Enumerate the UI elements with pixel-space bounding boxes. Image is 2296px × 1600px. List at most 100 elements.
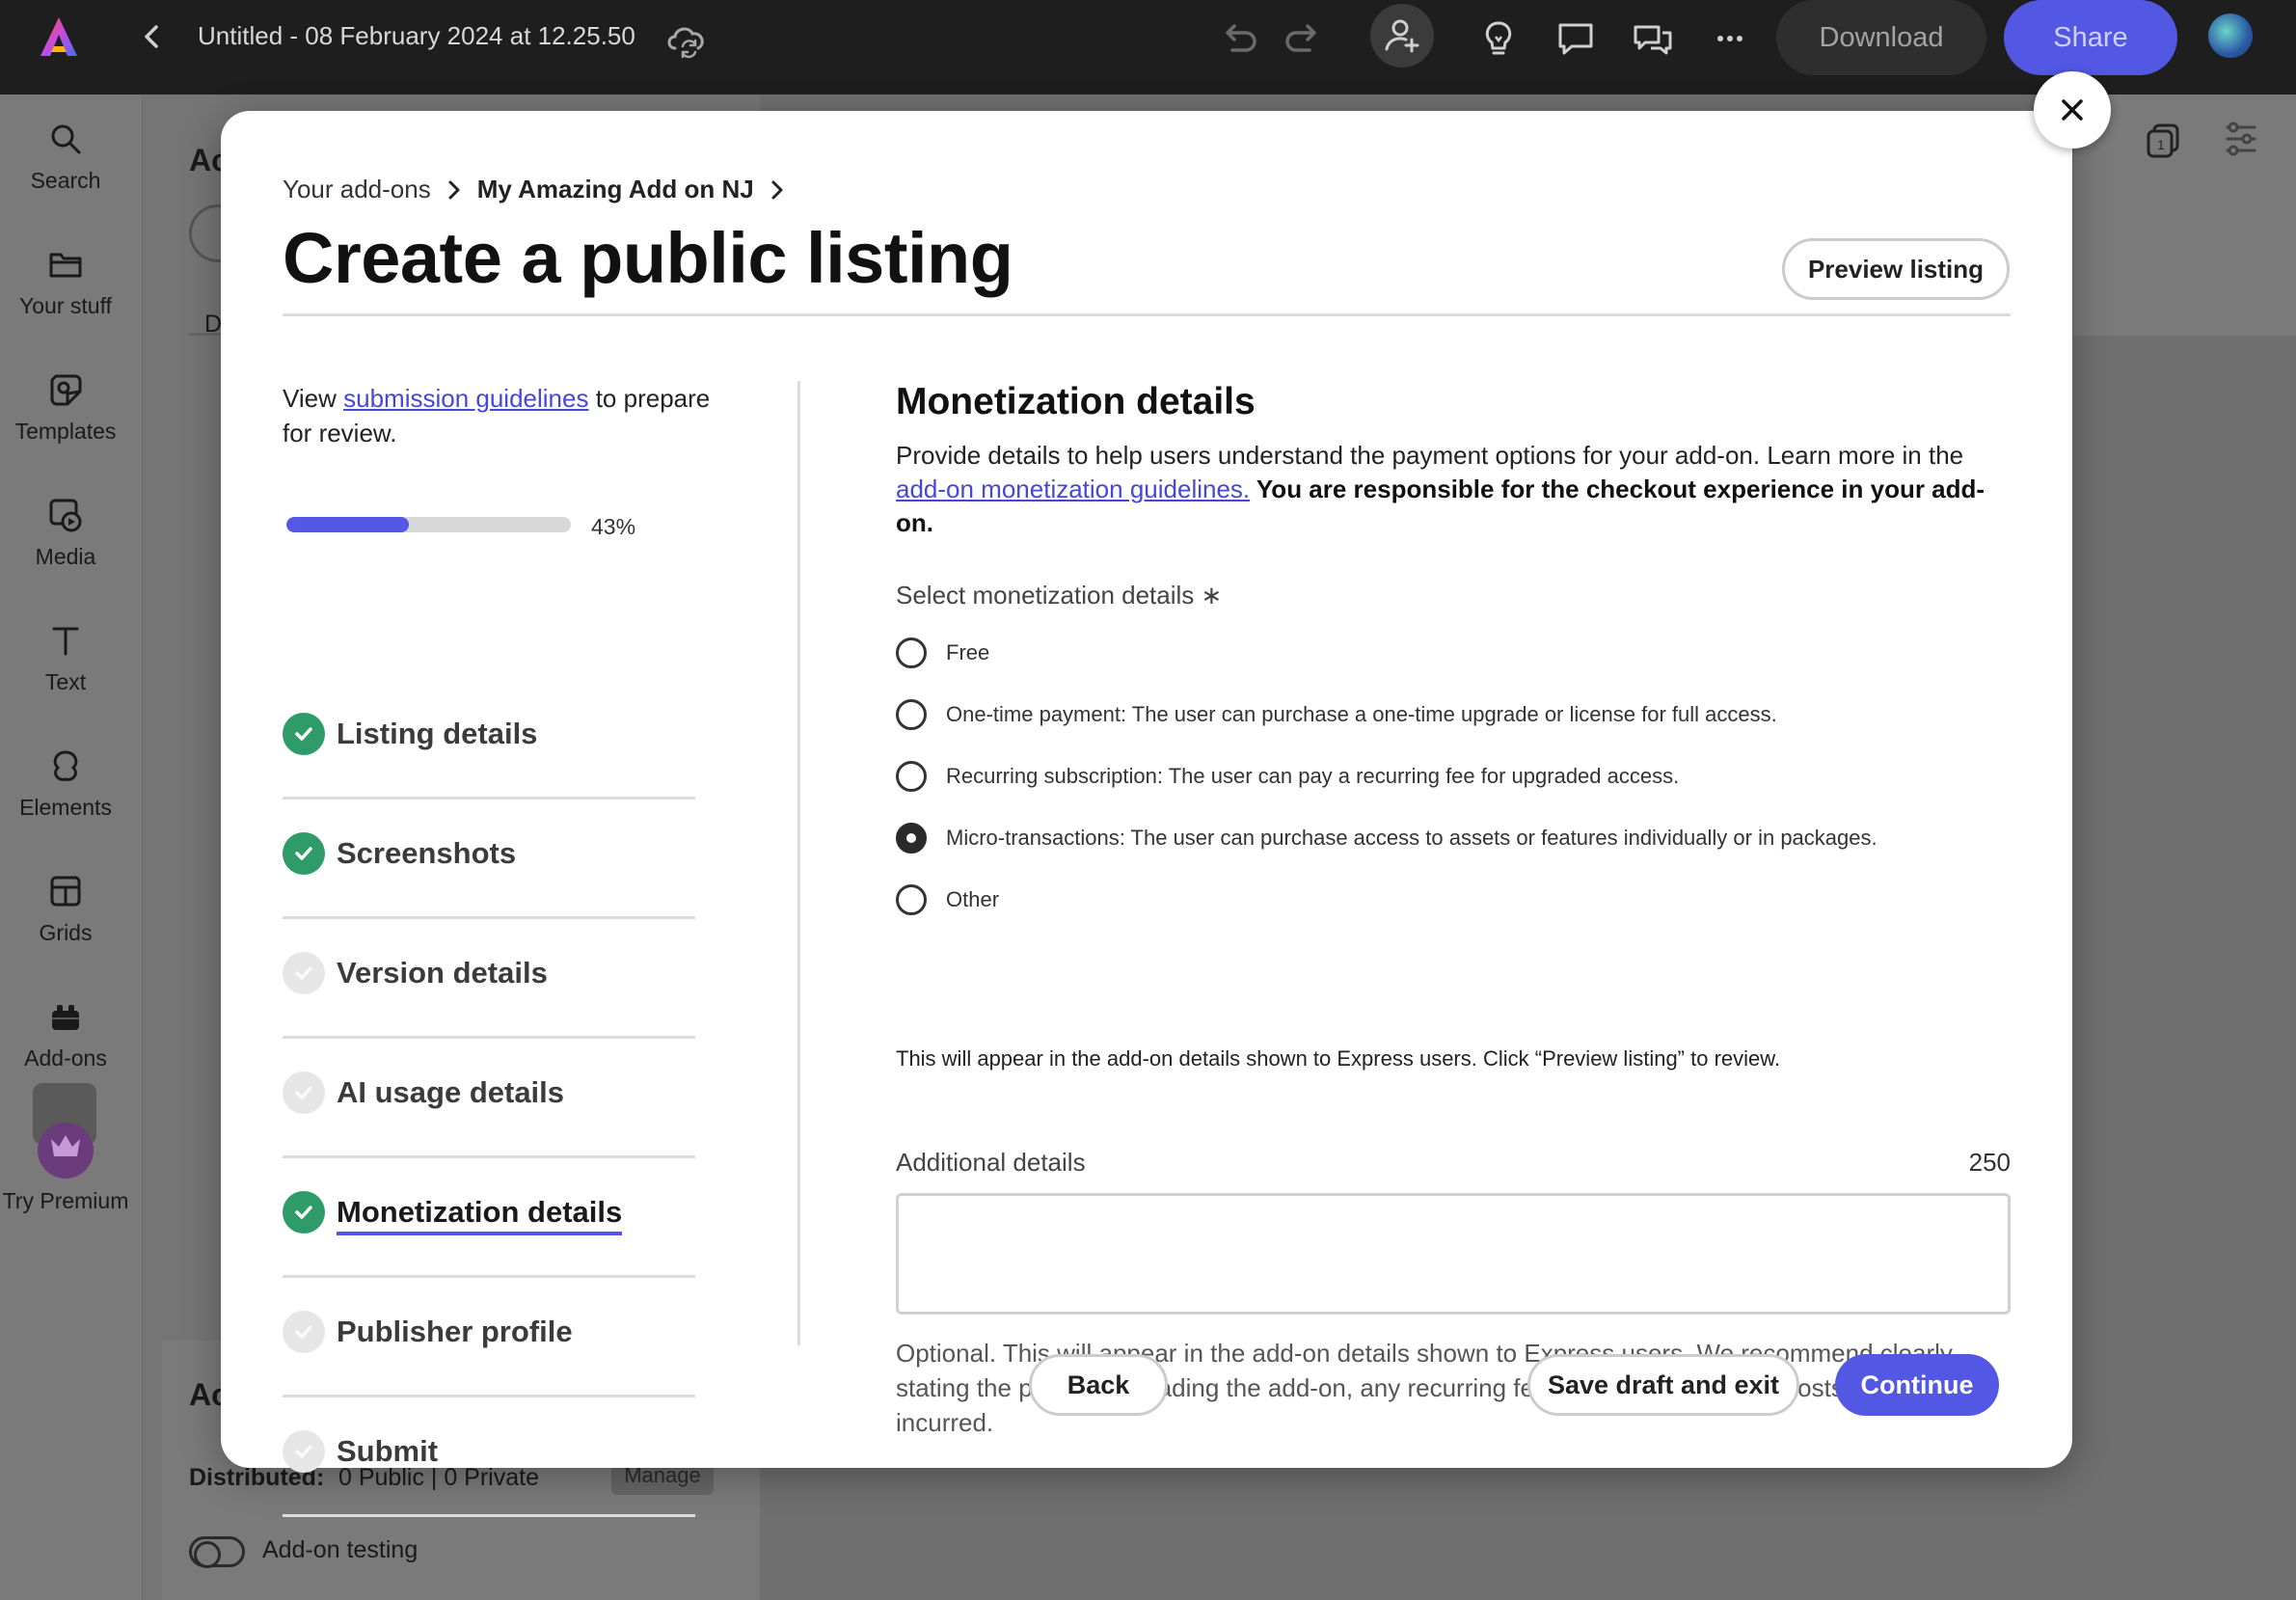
submission-sidebar: View submission guidelines to prepare fo… bbox=[283, 381, 716, 450]
step-item[interactable]: Publisher profile bbox=[283, 1278, 695, 1397]
header-divider bbox=[283, 313, 2011, 316]
option-label: Other bbox=[946, 887, 1000, 911]
monetization-option[interactable]: One-time payment: The user can purchase … bbox=[896, 699, 1777, 730]
rail-item-label: Elements bbox=[19, 795, 112, 820]
progress-bar bbox=[286, 517, 571, 532]
svg-text:1: 1 bbox=[2157, 137, 2165, 152]
more-icon[interactable] bbox=[1709, 17, 1751, 60]
check-pending-icon bbox=[283, 1430, 325, 1473]
option-label: Free bbox=[946, 640, 990, 664]
check-pending-icon bbox=[283, 1311, 325, 1353]
add-person-icon bbox=[1385, 19, 1419, 53]
close-dialog-button[interactable] bbox=[2034, 71, 2111, 149]
submission-guidelines-link[interactable]: submission guidelines bbox=[343, 384, 588, 413]
breadcrumb-your-addons[interactable]: Your add-ons bbox=[283, 175, 431, 204]
step-label: Submit bbox=[337, 1434, 439, 1468]
step-item[interactable]: Version details bbox=[283, 919, 695, 1039]
download-button[interactable]: Download bbox=[1776, 0, 1986, 75]
option-label: Micro-transactions: The user can purchas… bbox=[946, 826, 1877, 850]
breadcrumb-addon-name[interactable]: My Amazing Add on NJ bbox=[477, 175, 754, 204]
back-chevron-icon[interactable] bbox=[135, 19, 170, 54]
description-text: Provide details to help users understand… bbox=[896, 441, 1964, 470]
monetization-guidelines-link[interactable]: add-on monetization guidelines. bbox=[896, 475, 1250, 503]
rail-item-search[interactable]: Search bbox=[0, 120, 131, 194]
elements-icon bbox=[53, 750, 78, 781]
rail-item-try-premium[interactable]: Try Premium bbox=[0, 1123, 131, 1214]
guidelines-text: View submission guidelines to prepare fo… bbox=[283, 381, 716, 450]
user-avatar[interactable] bbox=[2208, 14, 2253, 58]
check-pending-icon bbox=[283, 1071, 325, 1114]
step-item[interactable]: Monetization details bbox=[283, 1158, 695, 1278]
rail-item-label: Grids bbox=[39, 920, 93, 945]
chevron-right-icon bbox=[448, 180, 460, 199]
rail-item-label: Templates bbox=[14, 419, 117, 444]
additional-details-field[interactable] bbox=[896, 1193, 2011, 1315]
rail-item-label: Your stuff bbox=[19, 293, 112, 318]
rail-item-media[interactable]: Media bbox=[0, 496, 131, 570]
rail-item-addons[interactable]: Add-ons bbox=[0, 997, 131, 1071]
section-title: Monetization details bbox=[896, 381, 1256, 422]
lightbulb-icon[interactable] bbox=[1477, 17, 1520, 60]
step-label: AI usage details bbox=[337, 1075, 565, 1109]
share-button[interactable]: Share bbox=[2004, 0, 2177, 75]
preview-listing-button[interactable]: Preview listing bbox=[1782, 238, 2010, 300]
right-toolbar-area: 1 bbox=[2073, 95, 2296, 336]
comment-icon[interactable] bbox=[1554, 17, 1597, 60]
step-label: Publisher profile bbox=[337, 1315, 573, 1348]
select-monetization-label: Select monetization details ∗ bbox=[896, 581, 1223, 610]
cloud-sync-icon[interactable] bbox=[663, 17, 710, 60]
crown-icon bbox=[51, 1135, 80, 1156]
radio-selected[interactable] bbox=[896, 823, 927, 854]
rail-item-label: Search bbox=[30, 168, 101, 193]
rail-item-your-stuff[interactable]: Your stuff bbox=[0, 245, 131, 319]
check-pending-icon bbox=[283, 952, 325, 994]
section-description: Provide details to help users understand… bbox=[896, 439, 2014, 540]
step-item[interactable]: Screenshots bbox=[283, 800, 695, 919]
folder-icon bbox=[49, 253, 82, 278]
additional-details-label: Additional details bbox=[896, 1148, 1086, 1177]
search-icon bbox=[51, 124, 81, 154]
guidelines-prefix: View bbox=[283, 384, 344, 413]
continue-button[interactable]: Continue bbox=[1835, 1354, 1999, 1416]
step-label: Monetization details bbox=[337, 1195, 623, 1235]
column-divider bbox=[797, 381, 800, 1345]
close-icon bbox=[2062, 99, 2083, 121]
text-icon bbox=[52, 627, 79, 656]
rail-item-label: Media bbox=[35, 544, 96, 569]
left-rail: Search Your stuff Templates Media Text E… bbox=[0, 95, 143, 1600]
addon-testing-toggle[interactable] bbox=[189, 1536, 245, 1568]
rail-item-grids[interactable]: Grids bbox=[0, 872, 131, 946]
pages-icon[interactable]: 1 bbox=[2143, 118, 2185, 160]
dialog-title: Create a public listing bbox=[283, 218, 1013, 298]
save-draft-button[interactable]: Save draft and exit bbox=[1527, 1354, 1799, 1416]
monetization-option[interactable]: Other bbox=[896, 884, 999, 915]
monetization-option[interactable]: Free bbox=[896, 637, 989, 668]
undo-icon[interactable] bbox=[1217, 17, 1259, 60]
progress-percent: 43% bbox=[591, 514, 636, 539]
rail-item-label: Text bbox=[44, 669, 87, 694]
step-item[interactable]: Listing details bbox=[283, 680, 695, 800]
back-button[interactable]: Back bbox=[1029, 1354, 1168, 1416]
character-count: 250 bbox=[1968, 1148, 2011, 1177]
option-label: Recurring subscription: The user can pay… bbox=[946, 764, 1680, 788]
document-title[interactable]: Untitled - 08 February 2024 at 12.25.50 bbox=[198, 21, 635, 51]
step-item[interactable]: Submit bbox=[283, 1397, 695, 1517]
monetization-option[interactable]: Micro-transactions: The user can purchas… bbox=[896, 823, 1877, 854]
invite-button[interactable] bbox=[1370, 4, 1434, 68]
radio-unselected[interactable] bbox=[896, 637, 927, 668]
adobe-express-logo[interactable] bbox=[35, 14, 83, 62]
step-item[interactable]: AI usage details bbox=[283, 1039, 695, 1158]
step-label: Screenshots bbox=[337, 836, 517, 870]
check-complete-icon bbox=[283, 713, 325, 755]
rail-item-elements[interactable]: Elements bbox=[0, 746, 131, 821]
monetization-option[interactable]: Recurring subscription: The user can pay… bbox=[896, 761, 1679, 792]
radio-unselected[interactable] bbox=[896, 884, 927, 915]
comments-panel-icon[interactable] bbox=[1632, 17, 1674, 60]
radio-unselected[interactable] bbox=[896, 761, 927, 792]
progress-fill bbox=[286, 517, 409, 532]
layers-icon[interactable] bbox=[2220, 118, 2262, 160]
redo-icon[interactable] bbox=[1283, 17, 1325, 60]
radio-unselected[interactable] bbox=[896, 699, 927, 730]
rail-item-text[interactable]: Text bbox=[0, 621, 131, 695]
rail-item-templates[interactable]: Templates bbox=[0, 370, 131, 445]
